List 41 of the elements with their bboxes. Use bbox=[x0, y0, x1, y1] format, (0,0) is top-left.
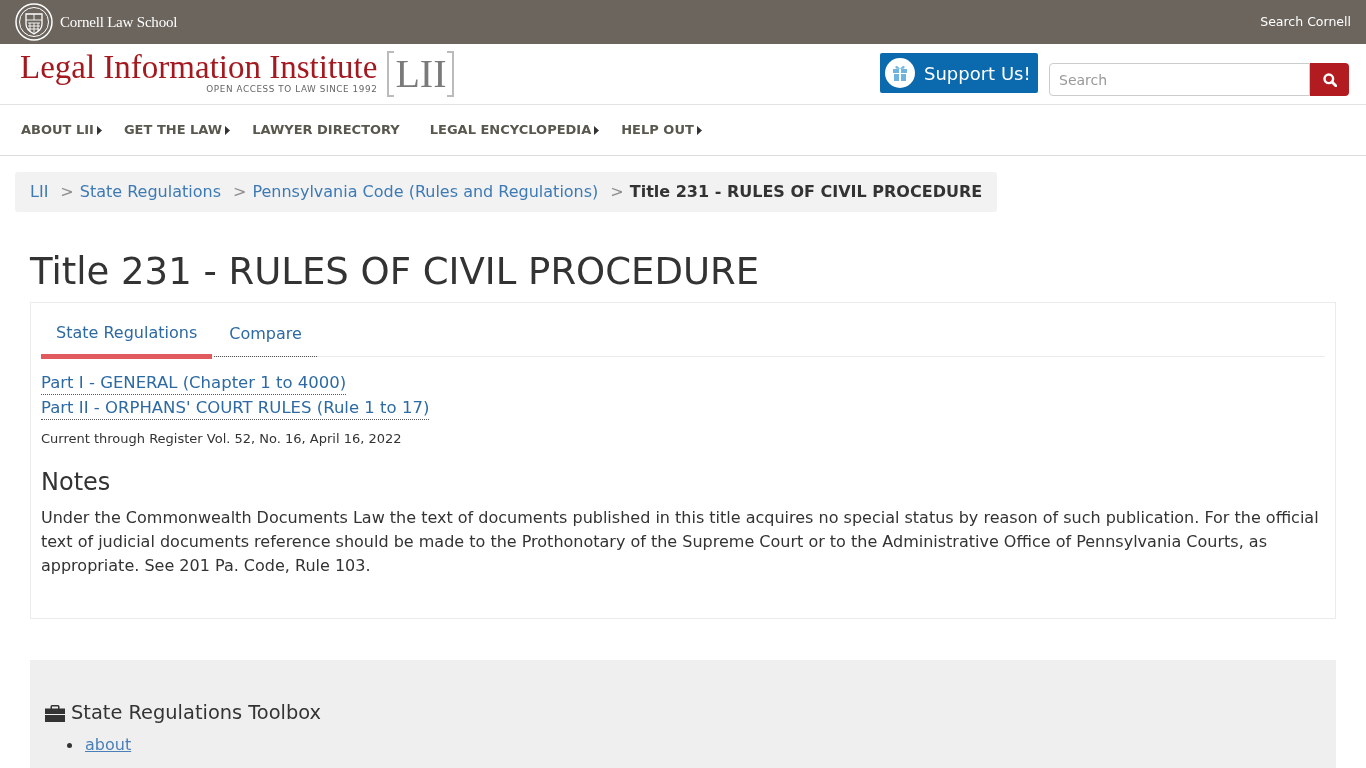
nav-menu-item[interactable]: LEGAL ENCYCLOPEDIA bbox=[429, 120, 600, 140]
support-button[interactable]: Support Us! bbox=[880, 53, 1038, 93]
currency-note: Current through Register Vol. 52, No. 16, April 16, 2022 bbox=[41, 430, 403, 447]
breadcrumb-link[interactable]: Pennsylvania Code (Rules and Regulations) bbox=[252, 180, 599, 204]
caret-right-icon bbox=[96, 125, 102, 135]
search-field[interactable]: Search bbox=[1049, 63, 1310, 96]
breadcrumb-link[interactable]: LII bbox=[30, 180, 49, 204]
caret-right-icon bbox=[594, 125, 600, 135]
nav-menu-item[interactable]: HELP OUT bbox=[621, 120, 702, 140]
search-icon bbox=[1322, 72, 1337, 87]
bullet-icon bbox=[67, 742, 72, 748]
breadcrumb-separator: > bbox=[233, 181, 247, 203]
toolbox-link[interactable]: about bbox=[85, 733, 132, 757]
part-link[interactable]: Part II - ORPHANS' COURT RULES (Rule 1 to 17) bbox=[41, 397, 430, 420]
logo-tagline: OPEN ACCESS TO LAW SINCE 1992 bbox=[206, 84, 378, 94]
nav-menu-item[interactable]: LAWYER DIRECTORY bbox=[252, 120, 408, 140]
notes-heading: Notes bbox=[41, 467, 112, 497]
briefcase-icon bbox=[45, 704, 65, 722]
university-seal-icon bbox=[15, 3, 53, 41]
search-cornell-link[interactable]: Search Cornell bbox=[1260, 12, 1351, 32]
logo-title[interactable]: Legal Information Institute bbox=[20, 51, 378, 84]
caret-right-icon bbox=[696, 125, 702, 135]
gift-icon bbox=[885, 58, 915, 88]
breadcrumb-link[interactable]: State Regulations bbox=[79, 180, 221, 204]
school-link[interactable]: Cornell Law School bbox=[60, 10, 178, 34]
bracket-icon bbox=[387, 51, 395, 97]
caret-right-icon bbox=[225, 125, 231, 135]
notes-text: Under the Commonwealth Documents Law the text of documents published in this title acquires no special status by reason of such publication. For the official text of judicial documents reference should be made to the Prothonotary of the Supreme Court or to the Administrative Office of Pennsylvania Courts, as appropriate. See 201 Pa. Code, Rule 103. bbox=[41, 507, 1320, 577]
breadcrumb-separator: > bbox=[610, 181, 624, 203]
part-link[interactable]: Part I - GENERAL (Chapter 1 to 4000) bbox=[41, 372, 347, 395]
nav-menu-item[interactable]: GET THE LAW bbox=[123, 120, 231, 140]
search-button[interactable] bbox=[1310, 63, 1349, 96]
breadcrumb-separator: > bbox=[60, 181, 74, 203]
breadcrumb-current: Title 231 - RULES OF CIVIL PROCEDURE bbox=[629, 181, 983, 203]
toolbox-title: State Regulations Toolbox bbox=[71, 700, 321, 726]
tab[interactable]: State Regulations bbox=[41, 312, 213, 359]
logo-mark: LII bbox=[394, 51, 448, 97]
bracket-icon bbox=[447, 51, 455, 97]
nav-menu-item[interactable]: ABOUT LII bbox=[21, 120, 102, 140]
page-title: Title 231 - RULES OF CIVIL PROCEDURE bbox=[30, 252, 760, 292]
tab[interactable]: Compare bbox=[214, 312, 317, 357]
